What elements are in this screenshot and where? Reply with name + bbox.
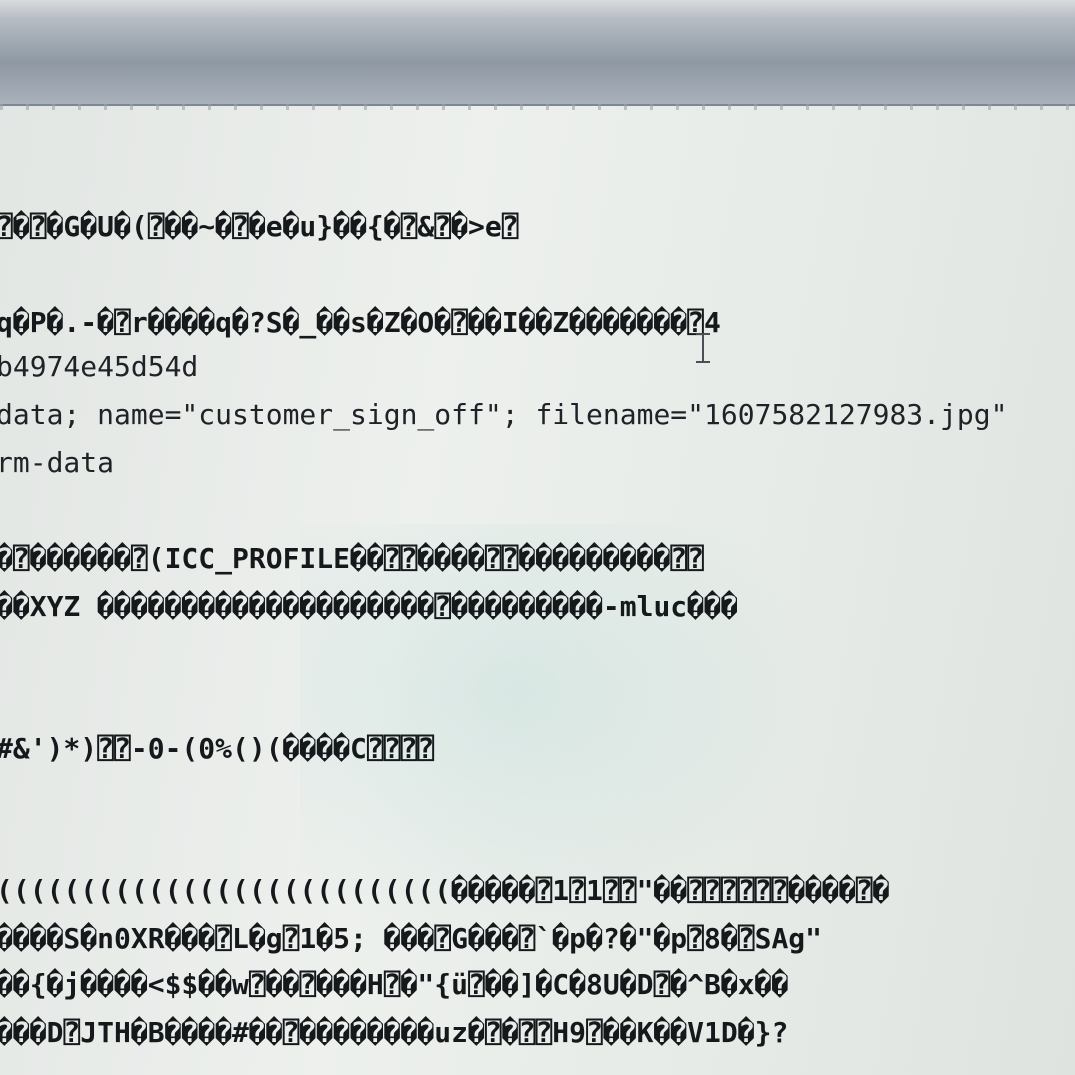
editor-line: rm-data <box>0 446 115 479</box>
editor-line: ��XYZ ��������������������⍰���������-mlu… <box>0 590 738 623</box>
editor-line: (((((((((((((((((((((((((((�����⍰1⍰1⍰⍰"�… <box>0 874 890 907</box>
editor-line: ��{�j����<$$��w⍰��⍰���H⍰�"{ü⍰��]�C�8U�D⍰… <box>0 968 789 1001</box>
screen-photo: ⍰�⍰�G�U�(⍰��~�⍰�e�u}��{�⍰&⍰�>e⍰ q�P�.-�⍰… <box>0 0 1075 1075</box>
editor-line: b4974e45d54d <box>0 350 199 383</box>
editor-line: ����S�n0XR���⍰L�g⍰1�5; ���⍰G���⍰`�p�?�"�… <box>0 922 823 955</box>
editor-line: ���D⍰JTH�B����#��⍰��������uz�⍰�⍰⍰H9⍰��K�… <box>0 1016 789 1049</box>
editor-line: data; name="customer_sign_off"; filename… <box>0 398 1008 431</box>
editor-line: q�P�.-�⍰r����q�?S�_��s�Z�O�⍰��I��Z������… <box>0 306 721 339</box>
editor-line: #&')*)⍰⍰-0-(0%()(����C⍰⍰⍰⍰ <box>0 732 435 765</box>
text-editor-area[interactable]: ⍰�⍰�G�U�(⍰��~�⍰�e�u}��{�⍰&⍰�>e⍰ q�P�.-�⍰… <box>0 104 1075 1075</box>
editor-line: ⍰�⍰�G�U�(⍰��~�⍰�e�u}��{�⍰&⍰�>e⍰ <box>0 210 519 243</box>
text-ibeam-cursor-icon <box>696 333 710 363</box>
window-title-bar <box>0 0 1075 110</box>
editor-line: �⍰������⍰(ICC_PROFILE��⍰⍰����⍰⍰���������… <box>0 542 705 575</box>
